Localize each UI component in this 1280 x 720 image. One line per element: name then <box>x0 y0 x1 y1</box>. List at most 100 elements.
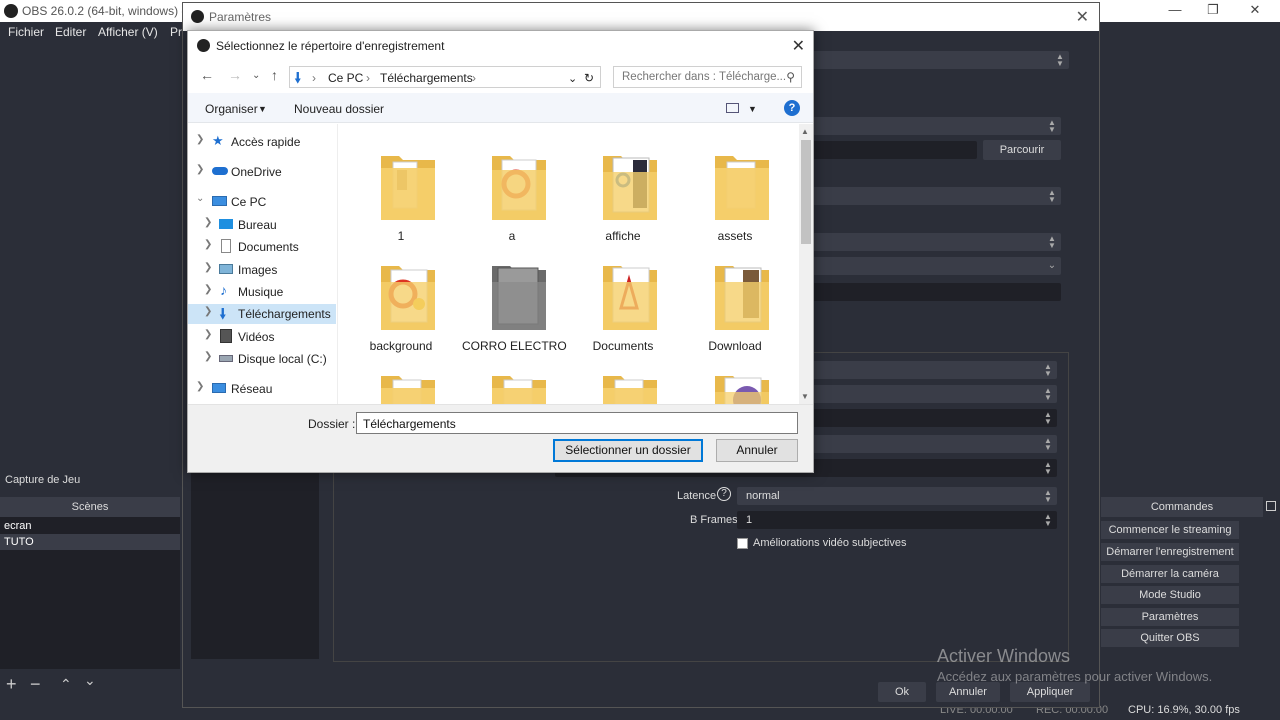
folder-name: affiche <box>605 229 641 243</box>
folder-item[interactable]: background <box>351 244 451 353</box>
picker-cancel-button[interactable]: Annuler <box>716 439 798 462</box>
recording-path-input[interactable] <box>809 141 977 159</box>
breadcrumb-telechargements[interactable]: Téléchargements <box>380 71 473 85</box>
chevron-right-icon[interactable]: ❯ <box>204 306 212 317</box>
folder-input[interactable]: Téléchargements <box>356 412 798 434</box>
refresh-icon[interactable]: ↻ <box>584 71 594 85</box>
status-cpu: CPU: 16.9%, 30.00 fps <box>1128 704 1240 716</box>
chevron-right-icon[interactable]: ❯ <box>204 262 212 273</box>
folder-item[interactable]: a <box>462 134 562 243</box>
output-mode-select[interactable]: ▲ ▼ <box>809 51 1069 69</box>
exit-button[interactable]: Quitter OBS <box>1101 629 1239 647</box>
chevron-right-icon[interactable]: ❯ <box>196 134 204 145</box>
psycho-visual-checkbox[interactable] <box>737 538 748 549</box>
studio-mode-button[interactable]: Mode Studio <box>1101 586 1239 604</box>
chevron-right-icon[interactable]: ❯ <box>204 351 212 362</box>
address-bar[interactable]: 🠛 › Ce PC › Téléchargements › ⌄ ↻ <box>289 66 601 88</box>
new-folder-button[interactable]: Nouveau dossier <box>294 102 384 116</box>
scrollbar-thumb[interactable] <box>801 140 811 244</box>
start-virtual-camera-button[interactable]: Démarrer la caméra virtuelle <box>1101 565 1239 598</box>
folder-item[interactable] <box>462 354 562 404</box>
tree-item-bureau[interactable]: ❯ Bureau <box>188 215 336 235</box>
folder-item[interactable] <box>573 354 673 404</box>
settings-title: Paramètres <box>209 10 272 24</box>
chevron-right-icon[interactable]: ❯ <box>204 217 212 228</box>
view-options-icon[interactable] <box>726 103 739 113</box>
start-streaming-button[interactable]: Commencer le streaming <box>1101 521 1239 539</box>
tree-item-videos[interactable]: ❯ Vidéos <box>188 327 336 347</box>
settings-button[interactable]: Paramètres <box>1101 608 1239 626</box>
menu-profil[interactable]: Pr <box>170 25 182 39</box>
scroll-down-icon[interactable]: ▼ <box>801 392 809 401</box>
chevron-down-icon[interactable]: ⌄ <box>196 193 204 204</box>
chevron-right-icon[interactable]: ❯ <box>204 239 212 250</box>
settings-cancel-button[interactable]: Annuler <box>936 682 1000 702</box>
menu-afficher[interactable]: Afficher (V) <box>98 25 158 39</box>
tree-item-musique[interactable]: ❯ ♪ Musique <box>188 282 336 302</box>
menu-editer[interactable]: Editer <box>55 25 86 39</box>
scene-item-ecran[interactable]: ecran <box>0 518 180 534</box>
tree-item-local-disk[interactable]: ❯ Disque local (C:) <box>188 349 336 369</box>
chevron-right-icon[interactable]: ❯ <box>196 164 204 175</box>
folder-item[interactable]: assets <box>685 134 785 243</box>
close-icon[interactable]: ✕ <box>1076 7 1089 27</box>
spin-icon: ▲ ▼ <box>1044 488 1052 504</box>
recording-type-select[interactable]: ▲ ▼ <box>809 117 1061 135</box>
folder-item[interactable] <box>685 354 785 404</box>
close-icon[interactable]: ✕ <box>792 36 805 56</box>
tree-item-documents[interactable]: ❯ Documents <box>188 237 336 257</box>
tree-item-reseau[interactable]: ❯ Réseau <box>188 379 336 399</box>
select-folder-button[interactable]: Sélectionner un dossier <box>553 439 703 462</box>
folder-item[interactable]: Documents <box>573 244 673 353</box>
encoder-select[interactable]: ▲ ▼ <box>809 233 1061 251</box>
tree-item-quick-access[interactable]: ❯ ★ Accès rapide <box>188 132 336 152</box>
help-icon[interactable]: ? <box>784 100 800 116</box>
chevron-right-icon[interactable]: ❯ <box>204 329 212 340</box>
rescale-select[interactable]: ⌄ <box>809 257 1061 275</box>
browse-button[interactable]: Parcourir <box>983 140 1061 160</box>
tree-item-onedrive[interactable]: ❯ OneDrive <box>188 162 336 182</box>
move-down-icon[interactable]: ⌄ <box>84 672 96 689</box>
bframes-input[interactable]: 1 ▲ ▼ <box>737 511 1057 529</box>
move-up-icon[interactable]: ⌃ <box>60 676 72 693</box>
undock-icon[interactable] <box>1266 501 1276 511</box>
format-select[interactable]: ▲ ▼ <box>809 187 1061 205</box>
minimize-icon[interactable]: — <box>1160 2 1190 20</box>
muxer-settings-input[interactable] <box>809 283 1061 301</box>
folder-item[interactable]: affiche <box>573 134 673 243</box>
start-recording-button[interactable]: Démarrer l'enregistrement <box>1101 543 1239 561</box>
folder-item[interactable]: 1 <box>351 134 451 243</box>
activate-windows-subtitle: Accédez aux paramètres pour activer Wind… <box>937 669 1213 684</box>
chevron-down-icon[interactable]: ▼ <box>748 104 757 114</box>
maximize-icon[interactable]: ❐ <box>1198 2 1228 20</box>
chevron-right-icon[interactable]: ❯ <box>204 284 212 295</box>
latency-select[interactable]: normal ▲ ▼ <box>737 487 1057 505</box>
search-box[interactable]: Rechercher dans : Télécharge... ⚲ <box>613 66 802 88</box>
address-dropdown-icon[interactable]: ⌄ <box>568 72 577 85</box>
help-icon[interactable]: ? <box>717 487 731 501</box>
apply-button[interactable]: Appliquer <box>1010 682 1090 702</box>
recent-locations-chevron-icon[interactable]: ⌄ <box>252 70 260 81</box>
folder-item[interactable]: CORRO ELECTRO <box>462 244 567 353</box>
ok-button[interactable]: Ok <box>878 682 926 702</box>
chevron-right-icon[interactable]: ❯ <box>196 381 204 392</box>
close-icon[interactable]: ✕ <box>1240 2 1270 20</box>
document-icon <box>221 239 231 253</box>
breadcrumb-ce-pc[interactable]: Ce PC <box>328 71 363 85</box>
folder-grid-scrollbar[interactable]: ▲ ▼ <box>799 124 813 404</box>
folder-item[interactable]: Download <box>685 244 785 353</box>
organize-button[interactable]: Organiser <box>205 102 258 116</box>
tree-item-ce-pc[interactable]: ⌄ Ce PC <box>188 192 336 212</box>
tree-item-telechargements[interactable]: ❯ 🠛 Téléchargements <box>188 304 336 324</box>
forward-arrow-icon[interactable]: → <box>228 67 242 83</box>
add-scene-icon[interactable]: + <box>6 674 17 695</box>
folder-item[interactable] <box>351 354 451 404</box>
up-arrow-icon[interactable]: ↑ <box>271 67 278 83</box>
menu-fichier[interactable]: Fichier <box>8 25 44 39</box>
scroll-up-icon[interactable]: ▲ <box>801 127 809 136</box>
spin-icon: ▲ ▼ <box>1044 410 1052 426</box>
tree-item-images[interactable]: ❯ Images <box>188 260 336 280</box>
remove-scene-icon[interactable]: − <box>30 674 41 695</box>
scene-item-tuto[interactable]: TUTO <box>0 534 180 550</box>
back-arrow-icon[interactable]: ← <box>200 67 214 83</box>
